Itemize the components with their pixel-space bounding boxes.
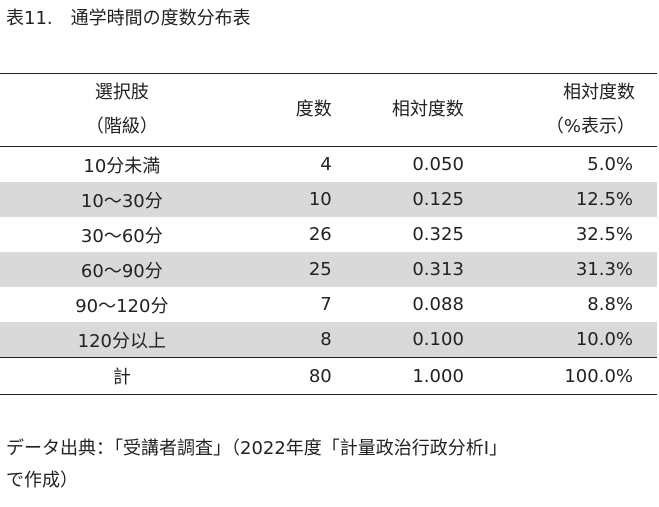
cell-frequency: 10	[243, 182, 332, 217]
table-row: 10〜30分 10 0.125 12.5%	[0, 182, 657, 217]
caption-number: 表11.	[6, 8, 53, 29]
table-row: 30〜60分 26 0.325 32.5%	[0, 217, 657, 252]
source-line-1: データ出典：「受講者調査」（2022年度「計量政治行政分析Ⅰ」	[6, 438, 508, 459]
cell-relative: 0.325	[412, 224, 464, 245]
cell-class: 10〜30分	[0, 182, 244, 217]
frequency-table: 選択肢 （階級） 度数 相対度数 相対度数 （%表示） 10分未満 4 0.05…	[0, 73, 657, 395]
header-frequency: 度数	[295, 99, 332, 120]
cell-percent: 31.3%	[463, 252, 657, 287]
total-percent: 100.0%	[564, 365, 633, 387]
total-frequency: 80	[308, 365, 332, 387]
cell-frequency: 8	[243, 322, 332, 358]
header-relative: 相対度数	[391, 99, 464, 120]
cell-class: 60〜90分	[0, 252, 244, 287]
table-row: 120分以上 8 0.100 10.0%	[0, 322, 657, 358]
total-relative: 1.000	[412, 365, 464, 387]
cell-percent: 5.0%	[587, 154, 633, 175]
cell-percent: 10.0%	[463, 322, 657, 358]
table-row: 60〜90分 25 0.313 31.3%	[0, 252, 657, 287]
cell-class: 30〜60分	[80, 225, 163, 247]
source-note: データ出典：「受講者調査」（2022年度「計量政治行政分析Ⅰ」 で作成）	[6, 433, 654, 497]
cell-class: 10分未満	[83, 155, 161, 177]
cell-class: 120分以上	[0, 322, 244, 358]
cell-relative: 0.125	[331, 182, 464, 217]
cell-relative: 0.088	[412, 294, 464, 315]
header-percent: 相対度数 （%表示）	[545, 82, 635, 137]
table-row: 90〜120分 7 0.088 8.8%	[0, 287, 657, 322]
cell-percent: 8.8%	[587, 294, 633, 315]
cell-frequency: 25	[243, 252, 332, 287]
cell-relative: 0.100	[331, 322, 464, 358]
header-row: 選択肢 （階級） 度数 相対度数 相対度数 （%表示）	[0, 74, 657, 147]
total-label: 計	[112, 367, 131, 388]
cell-relative: 0.050	[412, 154, 464, 175]
table-caption: 表11. 通学時間の度数分布表	[6, 6, 251, 32]
table-row: 10分未満 4 0.050 5.0%	[0, 147, 657, 183]
cell-class: 90〜120分	[75, 295, 169, 317]
header-class: 選択肢 （階級）	[85, 82, 158, 137]
caption-title: 通学時間の度数分布表	[70, 8, 251, 29]
cell-relative: 0.313	[331, 252, 464, 287]
cell-frequency: 26	[308, 224, 332, 245]
cell-frequency: 4	[320, 154, 332, 175]
total-row: 計 80 1.000 100.0%	[0, 357, 657, 395]
cell-percent: 32.5%	[575, 224, 633, 245]
cell-frequency: 7	[320, 294, 332, 315]
source-line-2: で作成）	[6, 470, 78, 491]
cell-percent: 12.5%	[463, 182, 657, 217]
